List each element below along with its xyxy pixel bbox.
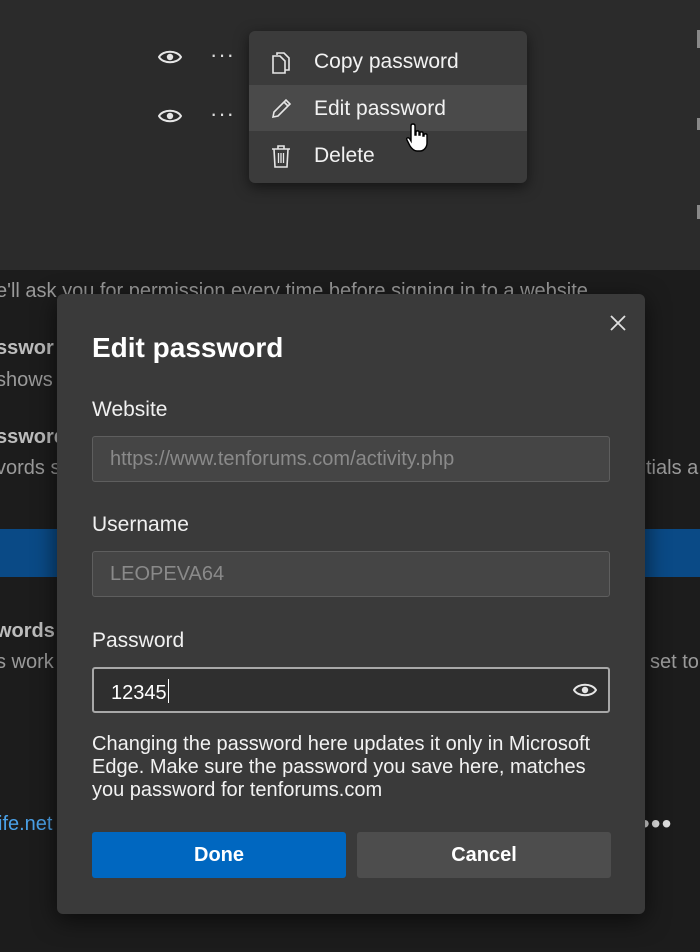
more-options-icon[interactable]: ··· (210, 101, 235, 127)
password-value: 12345 (111, 682, 167, 704)
text-caret (167, 679, 170, 703)
done-button[interactable]: Done (92, 832, 346, 878)
username-field: LEOPEVA64 (92, 551, 610, 597)
website-label: Website (92, 398, 168, 421)
background-setting-text: vords s (0, 457, 61, 479)
menu-item-delete[interactable]: Delete (249, 132, 527, 178)
hand-cursor-icon (406, 123, 428, 152)
password-help-text: Changing the password here updates it on… (92, 733, 591, 801)
cancel-button[interactable]: Cancel (357, 832, 611, 878)
website-value: https://www.tenforums.com/activity.php (110, 448, 455, 470)
password-label: Password (92, 629, 185, 652)
show-password-eye-icon[interactable] (573, 681, 597, 699)
password-field[interactable]: 12345 (92, 667, 610, 713)
website-field: https://www.tenforums.com/activity.php (92, 436, 610, 482)
background-setting-text: s work (0, 651, 54, 673)
edit-password-dialog: Edit password Website https://www.tenfor… (57, 294, 645, 914)
dialog-title: Edit password (92, 332, 284, 363)
background-setting-heading: sswor (0, 337, 54, 359)
pencil-icon (271, 98, 292, 119)
eye-icon[interactable] (158, 107, 182, 125)
background-setting-text: set to (650, 651, 699, 673)
background-setting-text: tials a (646, 457, 699, 479)
menu-item-label: Delete (314, 144, 375, 167)
background-setting-heading: words (0, 620, 55, 642)
password-row-1-actions: ··· (150, 42, 250, 72)
menu-item-copy-password[interactable]: Copy password (249, 38, 527, 84)
menu-item-label: Copy password (314, 50, 459, 73)
username-value: LEOPEVA64 (110, 563, 225, 585)
background-site-link[interactable]: ife.net (0, 813, 52, 836)
more-options-icon[interactable]: ··· (210, 42, 235, 68)
background-setting-text: shows (0, 369, 53, 391)
menu-item-edit-password[interactable]: Edit password (249, 85, 527, 131)
menu-item-label: Edit password (314, 97, 446, 120)
username-label: Username (92, 513, 189, 536)
password-value-wrap: 12345 (111, 679, 170, 705)
copy-icon (272, 52, 290, 74)
trash-icon (272, 145, 290, 168)
password-context-menu: Copy password Edit password Delete (249, 31, 527, 183)
close-icon[interactable] (605, 310, 631, 336)
eye-icon[interactable] (158, 48, 182, 66)
password-row-2-actions: ··· (150, 101, 250, 131)
